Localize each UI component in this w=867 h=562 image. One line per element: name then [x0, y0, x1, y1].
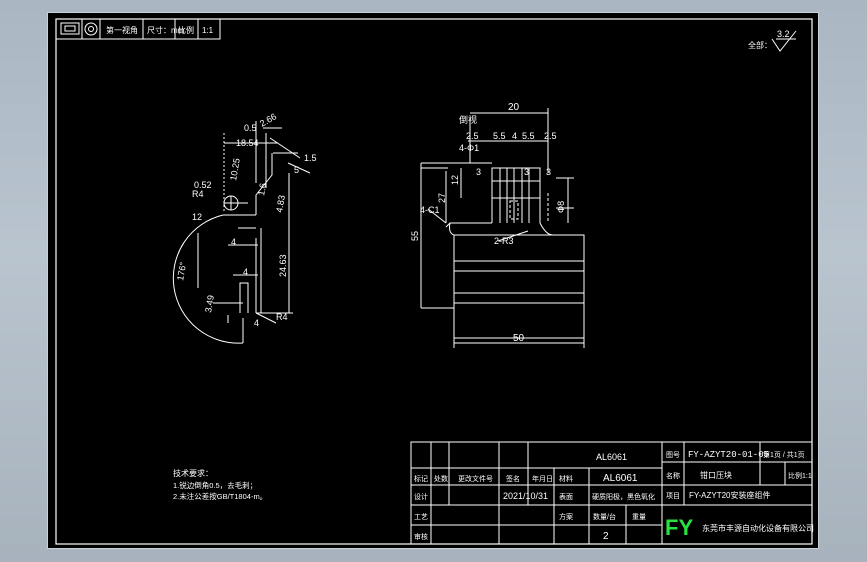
tb-c2: 处数	[434, 474, 448, 483]
title-block-text: AL6061 标记 处数 更改文件号 签名 年月日 材料 AL6061 设计 2…	[414, 450, 814, 542]
tb-proj-label: 项目	[666, 492, 680, 500]
left-view	[172, 121, 311, 344]
tb-drawing-no: FY-AZYT20-01-05	[688, 450, 769, 460]
strip-field-4: 1:1	[202, 26, 214, 35]
dim-left-17: R4	[276, 312, 288, 322]
dim-left-2: 18.54	[236, 138, 259, 148]
tb-review-label: 审核	[414, 532, 428, 541]
dim-front-1: 2.5	[466, 131, 479, 141]
left-view-dimensions: 0.5 2.66 18.54 1.5 10.25 5 0.52 R4 1.6 4…	[175, 111, 316, 328]
title-strip: 第一视角 尺寸：mm 比例 1:1	[55, 18, 221, 40]
company-logo: FY	[665, 515, 693, 540]
projection-symbol-icon	[84, 22, 98, 36]
dim-left-13: 24.63	[278, 254, 288, 277]
dim-left-11: 4	[231, 237, 236, 247]
tb-part-name: 钳口压块	[700, 470, 732, 480]
surface-finish-value: 3.2	[777, 29, 790, 39]
dim-left-15: 3.49	[203, 294, 216, 313]
tb-scale: 比例1:1	[788, 471, 812, 480]
dim-left-10: 12	[192, 212, 202, 222]
dim-left-0: 0.5	[244, 123, 257, 133]
dim-front-10: 12	[450, 175, 460, 185]
dim-front-14: 2-R3	[494, 236, 514, 246]
tb-quantity: 2	[603, 531, 609, 542]
dim-left-4: 10.25	[228, 157, 242, 181]
dim-front-2: 5.5	[493, 131, 506, 141]
strip-field-3: 比例	[178, 25, 194, 35]
front-view	[420, 108, 585, 348]
tb-c4: 签名	[506, 474, 520, 483]
tb-surface-label: 表面	[559, 492, 573, 501]
tb-weight-label: 重量	[632, 513, 646, 521]
tb-c1: 标记	[414, 474, 428, 483]
dim-front-0: 20	[508, 102, 520, 113]
tb-author-label: 方案	[559, 512, 573, 521]
dim-left-3: 1.5	[304, 153, 317, 163]
tb-name-label: 名称	[666, 471, 680, 480]
tb-date: 2021/10/31	[503, 491, 548, 501]
drawing-canvas: 第一视角 尺寸：mm 比例 1:1 全部： 3.2 0.5 2.66 18.54…	[55, 18, 814, 545]
section-label: 倒视	[459, 114, 477, 125]
dim-left-1: 2.66	[258, 111, 278, 128]
tb-dwg-label: 图号	[666, 451, 680, 459]
surface-finish-symbol: 全部： 3.2	[748, 29, 797, 52]
dim-left-12: 4	[243, 267, 248, 277]
drawing-border	[55, 18, 813, 545]
dim-left-14: 176°	[175, 261, 188, 281]
dim-left-9: 4.83	[274, 194, 287, 213]
dim-left-5: 5	[294, 165, 299, 175]
tb-c3: 更改文件号	[458, 474, 493, 483]
tb-company: 东莞市丰源自动化设备有限公司	[702, 523, 814, 533]
tb-design-label: 设计	[414, 492, 428, 501]
dim-front-5: 2.5	[544, 131, 557, 141]
surface-finish-label: 全部：	[748, 40, 772, 50]
tb-surface-treatment: 硬质阳极，黑色氧化	[592, 492, 655, 501]
dim-left-16: 4	[254, 318, 259, 328]
dim-front-12: 4-C1	[420, 205, 440, 215]
strip-field-1: 第一视角	[106, 25, 138, 35]
dim-front-15: Φ8	[556, 201, 566, 213]
dim-front-4: 5.5	[522, 131, 535, 141]
tb-sheet-info: 第1页 / 共1页	[763, 450, 805, 459]
dim-front-8: 3	[524, 167, 529, 177]
notes-item-1: 1.锐边倒角0.5，去毛刺；	[173, 480, 257, 490]
tb-c5: 年月日	[532, 474, 553, 483]
dim-left-8: 1.6	[256, 182, 268, 196]
tb-material: AL6061	[603, 473, 638, 484]
dim-front-7: 3	[476, 167, 481, 177]
projection-box-icon	[60, 22, 80, 35]
tb-material-label: 材料	[559, 474, 573, 483]
drawing-sheet: 第一视角 尺寸：mm 比例 1:1 全部： 3.2 0.5 2.66 18.54…	[47, 12, 819, 549]
dim-front-9: 3	[546, 167, 551, 177]
dim-front-3: 4	[512, 131, 517, 141]
tb-process-label: 工艺	[414, 513, 428, 521]
material-value-top: AL6061	[596, 452, 627, 462]
technical-notes: 技术要求： 1.锐边倒角0.5，去毛刺； 2.未注公差按GB/T1804-m。	[173, 468, 267, 501]
notes-item-2: 2.未注公差按GB/T1804-m。	[173, 491, 267, 501]
dim-left-7: R4	[192, 189, 204, 199]
tb-qty-label: 数量/台	[593, 512, 616, 521]
dim-front-13: 55	[410, 231, 420, 241]
dim-front-11: 27	[437, 193, 447, 203]
tb-assembly-name: FY-AZYT20安装座组件	[689, 490, 771, 500]
dim-front-16: 50	[513, 333, 525, 344]
dim-front-6: 4-Φ1	[459, 143, 479, 153]
notes-title: 技术要求：	[173, 468, 213, 478]
